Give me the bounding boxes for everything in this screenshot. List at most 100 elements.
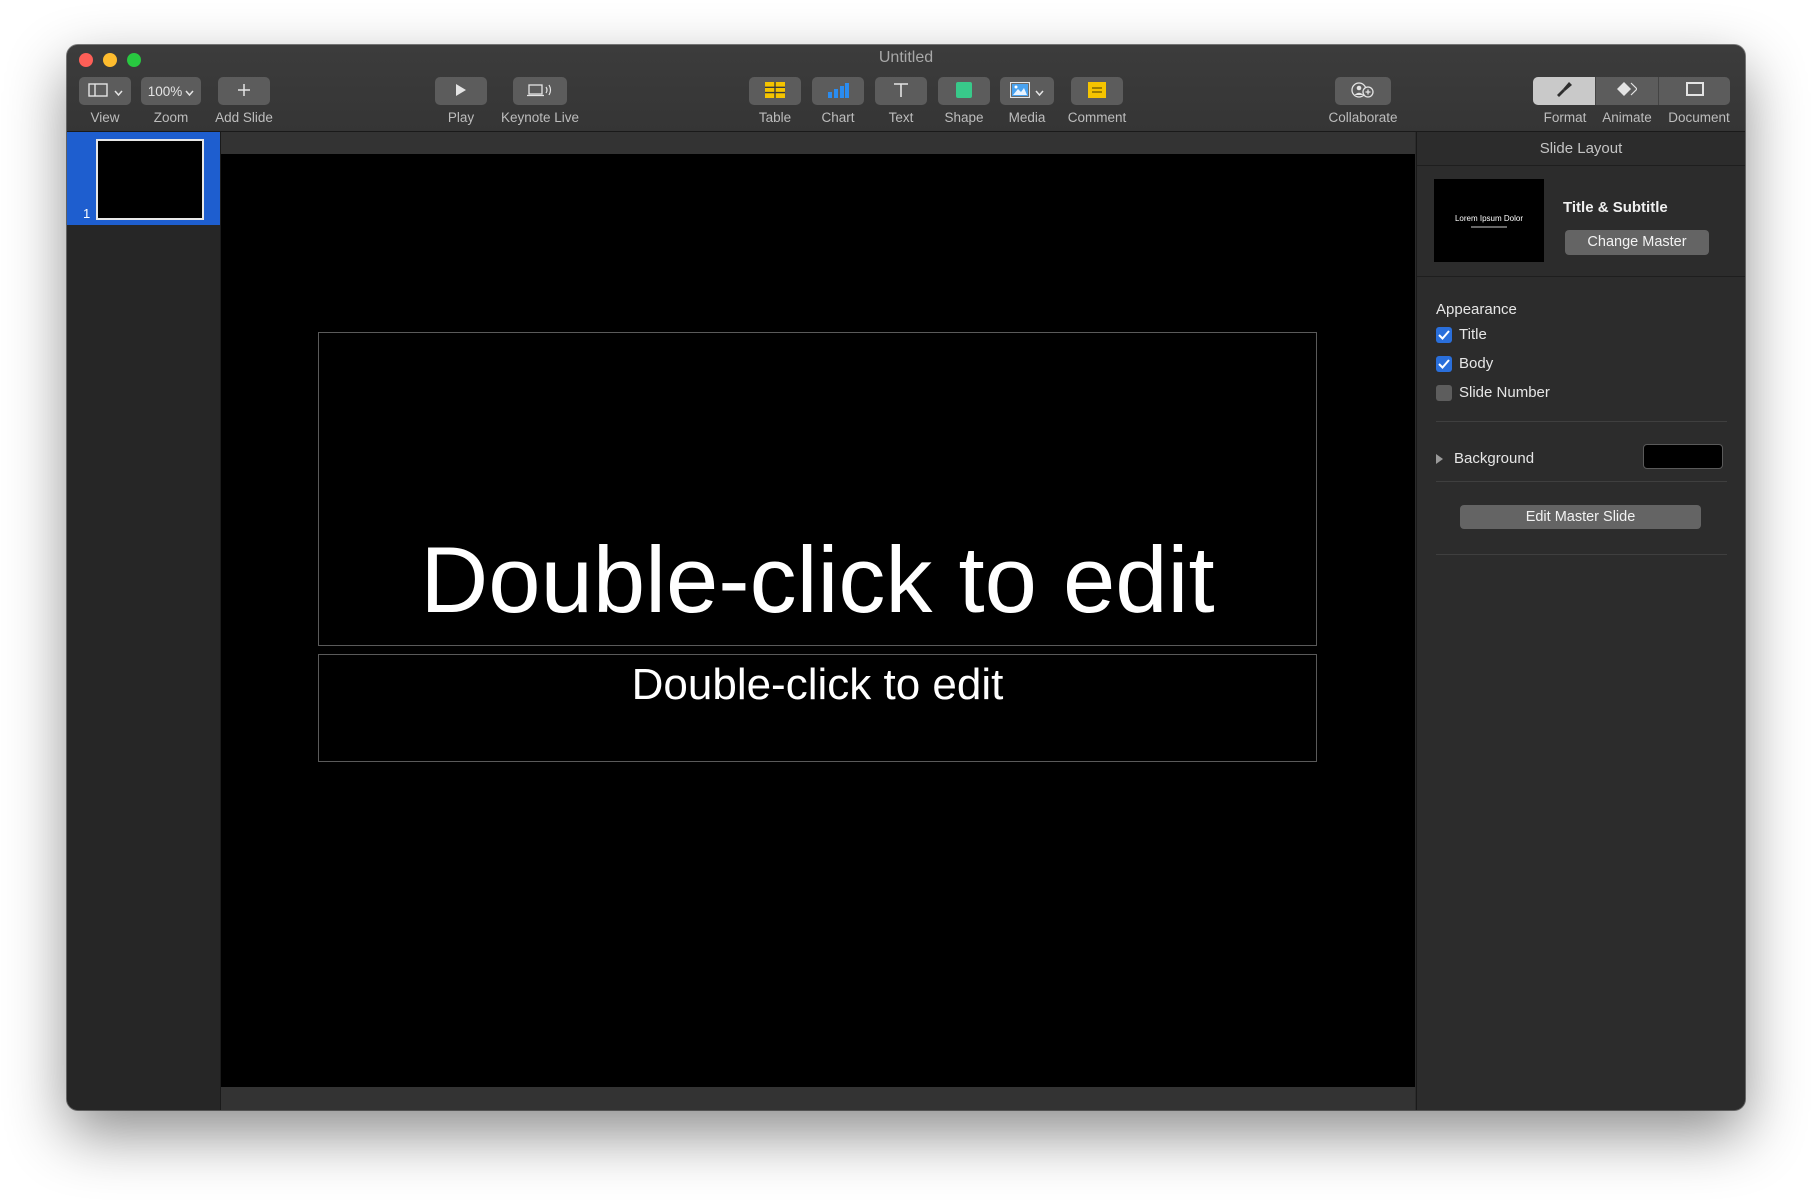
background-disclosure[interactable]: Background [1436,450,1534,467]
title-placeholder-text: Double-click to edit [420,527,1215,632]
paintbrush-icon [1555,81,1573,102]
comment-control[interactable]: Comment [1062,77,1132,125]
document-label: Document [1668,110,1730,125]
zoom-control[interactable]: 100% Zoom [140,77,202,125]
keynote-live-control[interactable]: Keynote Live [497,77,583,125]
slide-canvas-area: Double-click to edit Double-click to edi… [221,132,1415,1110]
edit-master-slide-button[interactable]: Edit Master Slide [1460,505,1701,529]
play-icon [455,83,467,100]
master-thumbnail[interactable]: Lorem Ipsum Dolor [1434,179,1544,262]
master-name: Title & Subtitle [1563,199,1668,216]
add-slide-label: Add Slide [215,110,273,125]
inspector-tabs [1533,77,1730,105]
comment-button[interactable] [1071,77,1123,105]
sidebar-icon [87,82,108,100]
add-slide-button[interactable] [218,77,270,105]
animate-icon [1617,81,1638,101]
table-label: Table [758,110,792,125]
divider [1436,481,1727,482]
shape-icon [956,81,972,101]
collaborate-label: Collaborate [1328,110,1398,125]
view-label: View [90,110,120,125]
keynote-live-button[interactable] [513,77,567,105]
slide-thumbnail-1[interactable]: 1 [67,132,220,225]
subtitle-placeholder-text: Double-click to edit [631,660,1004,709]
toolbar: Untitled View 100% Zoom Add Slide Play K… [67,45,1745,132]
view-button[interactable] [79,77,131,105]
tab-format[interactable] [1533,77,1595,105]
table-control[interactable]: Table [747,77,803,125]
master-section: Lorem Ipsum Dolor Title & Subtitle Chang… [1417,166,1745,277]
text-icon [893,82,909,101]
slide-navigator: 1 [67,132,221,1110]
text-label: Text [888,110,914,125]
keynote-live-icon [527,83,553,100]
master-thumbnail-title: Lorem Ipsum Dolor [1454,213,1524,223]
collaborate-icon [1351,81,1375,101]
body-checkbox-label: Body [1459,355,1494,372]
table-button[interactable] [749,77,801,105]
chart-label: Chart [821,110,855,125]
master-thumbnail-subtitle [1471,225,1507,228]
tab-animate[interactable] [1596,77,1658,105]
shape-button[interactable] [938,77,990,105]
divider [1436,554,1727,555]
title-checkbox-row[interactable]: Title [1436,326,1487,343]
add-slide-control[interactable]: Add Slide [209,77,279,125]
format-label: Format [1543,110,1587,125]
keynote-window: Untitled View 100% Zoom Add Slide Play K… [67,45,1745,1110]
play-control[interactable]: Play [434,77,488,125]
title-checkbox[interactable] [1436,326,1452,343]
media-label: Media [1008,110,1046,125]
text-button[interactable] [875,77,927,105]
image-icon [1009,81,1031,101]
inspector-header: Slide Layout [1417,132,1745,166]
divider [1436,421,1727,422]
body-checkbox-row[interactable]: Body [1436,355,1493,372]
format-inspector: Slide Layout Lorem Ipsum Dolor Title & S… [1416,132,1745,1110]
chart-control[interactable]: Chart [810,77,866,125]
zoom-label: Zoom [153,110,189,125]
title-checkbox-label: Title [1459,326,1487,343]
tab-document[interactable] [1659,77,1730,105]
shape-label: Shape [944,110,984,125]
zoom-select[interactable]: 100% [141,77,201,105]
plus-icon [237,83,251,100]
view-control[interactable]: View [77,77,133,125]
slide-number-checkbox-label: Slide Number [1459,384,1550,401]
text-control[interactable]: Text [873,77,929,125]
body-checkbox[interactable] [1436,355,1452,372]
collaborate-control[interactable]: Collaborate [1325,77,1401,125]
table-icon [765,81,785,101]
comment-icon [1088,81,1106,101]
media-button[interactable] [1000,77,1054,105]
slide-number-checkbox[interactable] [1436,384,1452,401]
change-master-button[interactable]: Change Master [1565,230,1709,255]
document-icon [1685,81,1704,101]
chevron-down-icon [185,83,194,99]
keynote-live-label: Keynote Live [500,110,580,125]
subtitle-placeholder[interactable]: Double-click to edit [318,654,1317,762]
slide-thumbnail-image [96,139,204,220]
collaborate-button[interactable] [1335,77,1391,105]
slide-number-checkbox-row[interactable]: Slide Number [1436,384,1550,401]
shape-control[interactable]: Shape [936,77,992,125]
chart-icon [827,82,849,101]
window-title: Untitled [878,49,934,66]
title-placeholder[interactable]: Double-click to edit [318,332,1317,646]
zoom-value: 100% [147,83,183,99]
play-label: Play [447,110,475,125]
appearance-heading: Appearance [1436,301,1517,318]
media-control[interactable]: Media [999,77,1055,125]
slide-canvas[interactable]: Double-click to edit Double-click to edi… [221,154,1415,1087]
comment-label: Comment [1067,110,1127,125]
disclosure-triangle-icon [1436,453,1443,464]
chevron-down-icon [1035,83,1044,99]
background-color-well[interactable] [1643,444,1723,469]
play-button[interactable] [435,77,487,105]
background-label: Background [1454,450,1535,467]
animate-label: Animate [1602,110,1652,125]
slide-number: 1 [83,206,91,221]
chevron-down-icon [113,83,123,99]
chart-button[interactable] [812,77,864,105]
